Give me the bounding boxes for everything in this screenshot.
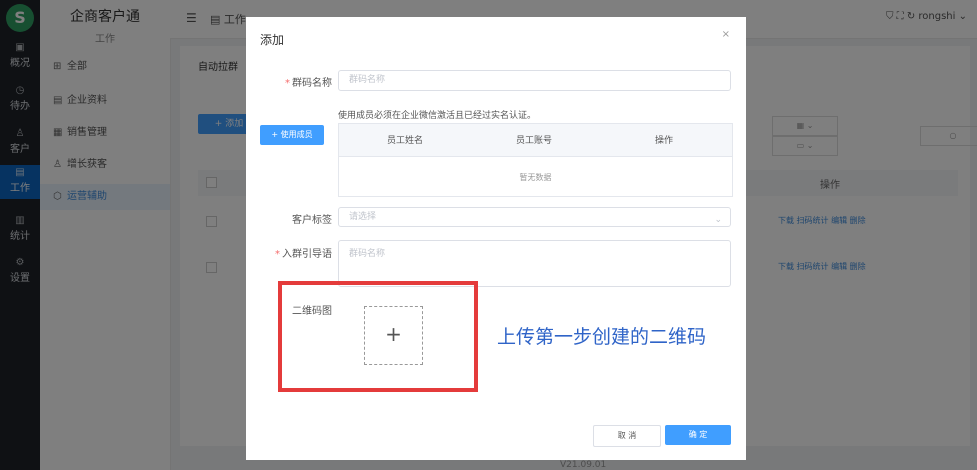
chevron-down-icon: ⌄ — [714, 215, 722, 225]
group-code-input[interactable]: 群码名称 — [338, 70, 731, 91]
member-hint: 使用成员必须在企业微信激活且已经过实名认证。 — [338, 111, 537, 121]
guide-label-text: 入群引导语 — [282, 249, 332, 260]
dialog-title: 添加 — [260, 33, 285, 47]
empty-text: 暂无数据 — [519, 173, 552, 182]
annotation-text: 上传第一步创建的二维码 — [497, 326, 707, 348]
use-member-button[interactable]: + 使用成员 — [260, 125, 324, 145]
highlight-box — [278, 281, 478, 392]
tag-select-placeholder: 请选择 — [349, 212, 377, 222]
member-table: 员工姓名 员工账号 操作 暂无数据 — [338, 123, 733, 197]
group-code-label: * 群码名称 — [285, 78, 332, 89]
column-header: 员工姓名 — [387, 136, 424, 146]
cancel-button[interactable]: 取 消 — [593, 425, 661, 447]
close-icon[interactable]: × — [722, 29, 730, 40]
add-dialog: 添加 × * 群码名称 群码名称 使用成员必须在企业微信激活且已经过实名认证。 +… — [246, 17, 746, 460]
guide-textarea[interactable]: 群码名称 — [338, 240, 731, 287]
guide-label: * 入群引导语 — [275, 249, 332, 260]
group-code-label-text: 群码名称 — [292, 78, 332, 89]
column-header: 员工账号 — [516, 136, 553, 146]
member-table-header: 员工姓名 员工账号 操作 — [339, 124, 732, 157]
column-header: 操作 — [655, 136, 674, 146]
tag-label: 客户标签 — [292, 215, 332, 226]
tag-select[interactable]: 请选择 ⌄ — [338, 207, 731, 227]
confirm-button[interactable]: 确 定 — [665, 425, 731, 445]
